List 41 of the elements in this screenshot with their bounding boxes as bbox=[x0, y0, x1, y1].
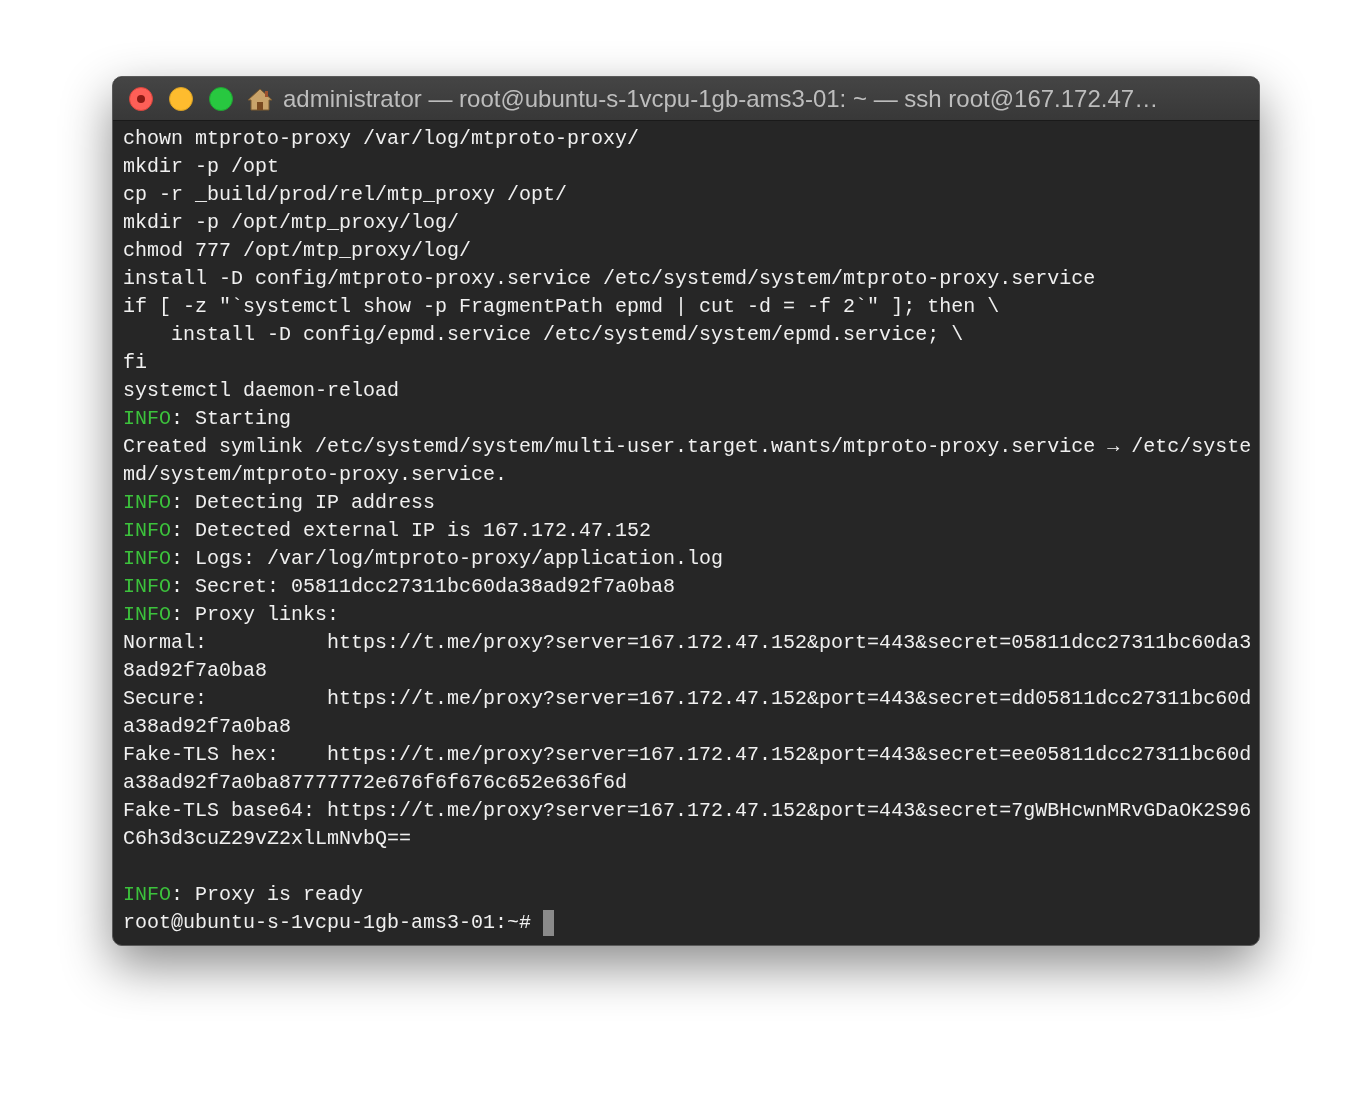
terminal-line: mkdir -p /opt bbox=[123, 154, 280, 180]
terminal-line: chmod 777 /opt/mtp_proxy/log/ bbox=[123, 238, 472, 264]
info-tag: INFO bbox=[123, 545, 171, 573]
terminal-line: cp -r _build/prod/rel/mtp_proxy /opt/ bbox=[123, 182, 568, 208]
info-tag: INFO bbox=[123, 517, 171, 545]
terminal-line: : Secret: 05811dcc27311bc60da38ad92f7a0ba8 bbox=[171, 574, 676, 600]
minimize-button[interactable] bbox=[169, 86, 193, 111]
terminal-line: fi bbox=[123, 350, 147, 376]
terminal-line: Fake-TLS hex: https://t.me/proxy?server=167.172.47.152&port=443&secret=ee05811dcc27311bc60d bbox=[123, 742, 1252, 768]
terminal-line: Fake-TLS base64: https://t.me/proxy?server=167.172.47.152&port=443&secret=7gWBHcwnMRvGDaOK2S96 bbox=[123, 798, 1252, 824]
home-icon bbox=[247, 86, 273, 111]
terminal-line: : Proxy links: bbox=[171, 602, 340, 628]
terminal-line: 8ad92f7a0ba8 bbox=[123, 658, 268, 684]
terminal-line: Secure: https://t.me/proxy?server=167.172.47.152&port=443&secret=dd05811dcc27311bc60d bbox=[123, 686, 1252, 712]
terminal-line: a38ad92f7a0ba87777772e676f6f676c652e636f6d bbox=[123, 770, 628, 796]
info-tag: INFO bbox=[123, 573, 171, 601]
terminal-line: install -D config/epmd.service /etc/systemd/system/epmd.service; \ bbox=[170, 322, 964, 348]
terminal-line: install -D config/mtproto-proxy.service /etc/systemd/system/mtproto-proxy.service bbox=[123, 266, 1096, 292]
terminal-line: a38ad92f7a0ba8 bbox=[123, 714, 292, 740]
terminal-line: systemctl daemon-reload bbox=[123, 378, 400, 404]
terminal-line: : Starting bbox=[171, 406, 292, 432]
terminal-line: C6h3d3cuZ29vZ2xlLmNvbQ== bbox=[123, 826, 412, 852]
terminal-line: Normal: https://t.me/proxy?server=167.172.47.152&port=443&secret=05811dcc27311bc60da3 bbox=[123, 630, 1252, 656]
info-tag: INFO bbox=[123, 601, 171, 629]
terminal-line: chown mtproto-proxy /var/log/mtproto-proxy/ bbox=[123, 126, 640, 152]
window-title: administrator — root@ubuntu-s-1vcpu-1gb-ams3-01: ~ — ssh root@167.172.47… bbox=[283, 83, 1159, 114]
terminal-line: Created symlink /etc/systemd/system/multi-user.target.wants/mtproto-proxy.service → /etc/syste bbox=[123, 434, 1252, 460]
terminal-line: mkdir -p /opt/mtp_proxy/log/ bbox=[123, 210, 460, 236]
terminal-line: : Proxy is ready bbox=[171, 882, 364, 908]
terminal-line: : Detected external IP is 167.172.47.152 bbox=[171, 518, 652, 544]
info-tag: INFO bbox=[123, 489, 171, 517]
info-tag: INFO bbox=[123, 881, 171, 909]
terminal-line: : Detecting IP address bbox=[171, 490, 436, 516]
shell-prompt: root@ubuntu-s-1vcpu-1gb-ams3-01:~# bbox=[123, 910, 532, 936]
terminal-line: md/system/mtproto-proxy.service. bbox=[123, 462, 508, 488]
text-cursor bbox=[543, 910, 555, 936]
terminal-line: : Logs: /var/log/mtproto-proxy/application.log bbox=[171, 546, 724, 572]
info-tag: INFO bbox=[123, 405, 171, 433]
close-button[interactable] bbox=[129, 86, 153, 111]
terminal-line: if [ -z "`systemctl show -p FragmentPath epmd | cut -d = -f 2`" ]; then \ bbox=[123, 294, 1000, 320]
zoom-button[interactable] bbox=[209, 86, 233, 111]
